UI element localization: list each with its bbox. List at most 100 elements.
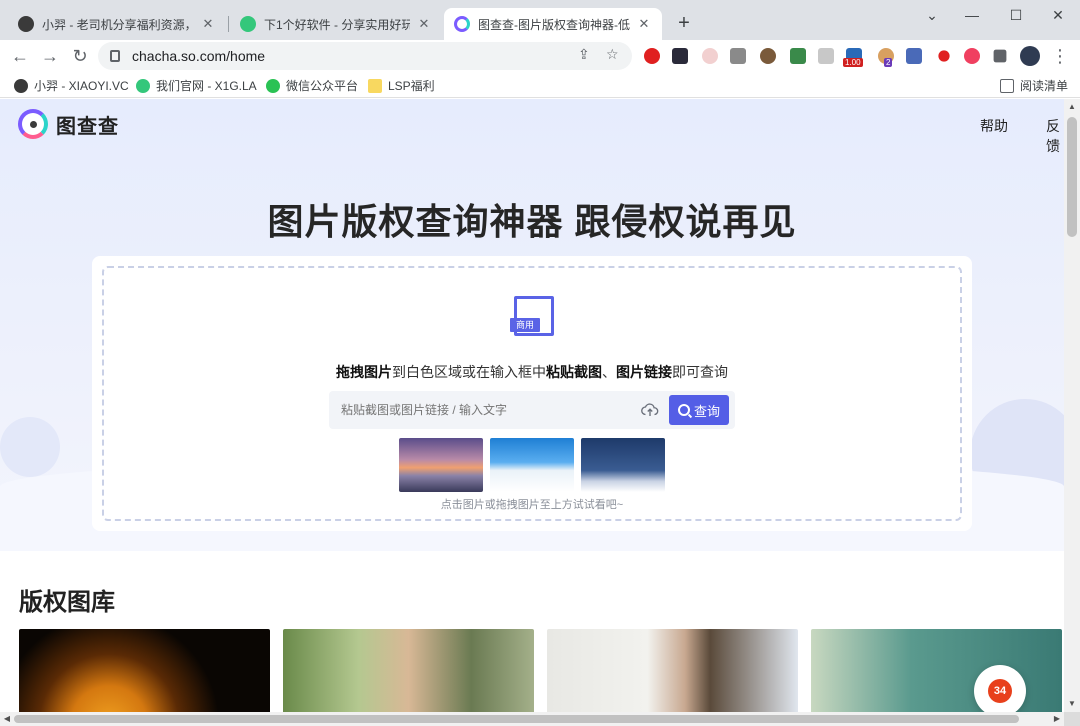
extension-puzzle-colored-icon[interactable] xyxy=(906,48,922,64)
bookmark-label: 小羿 - XIAOYI.VC xyxy=(34,79,129,93)
hint-text: 点击图片或拖拽图片至上方试试看吧~ xyxy=(440,499,624,511)
cloud-upload-icon[interactable] xyxy=(641,401,659,419)
tab-title: 下1个好软件 - 分享实用好玩有趣 xyxy=(264,17,410,32)
profile-avatar[interactable] xyxy=(1020,46,1040,66)
extension-image-icon[interactable] xyxy=(818,48,834,64)
extension-monkey-icon[interactable]: 2 xyxy=(878,48,894,67)
lock-icon xyxy=(110,50,120,62)
extension-badge: 1.00 xyxy=(843,58,863,67)
sample-images xyxy=(399,438,665,492)
decor-shape xyxy=(0,417,60,477)
scrollbar-thumb[interactable] xyxy=(14,715,1019,723)
app-bookmark-icon xyxy=(136,78,150,93)
bookmark-wechat[interactable]: 微信公众平台 xyxy=(266,77,358,94)
extension-copy-icon[interactable] xyxy=(730,48,746,64)
reload-icon[interactable]: ↻ xyxy=(68,44,92,68)
page-title: 图片版权查询神器 跟侵权说再见 xyxy=(267,201,797,242)
site-logo[interactable]: 图查查 xyxy=(18,109,119,139)
minimize-button[interactable]: — xyxy=(952,4,992,26)
chacha-favicon-icon xyxy=(454,16,470,32)
extension-green-icon[interactable] xyxy=(790,48,806,64)
instruction-text: 到白色区域或在输入框中 xyxy=(392,364,546,380)
notification-badge[interactable]: 34 xyxy=(974,665,1026,712)
instruction-bold: 图片链接 xyxy=(616,364,672,380)
scroll-down-arrow-icon[interactable]: ▼ xyxy=(1064,696,1080,712)
scrollbar-thumb[interactable] xyxy=(1067,117,1077,237)
scroll-right-arrow-icon[interactable]: ▶ xyxy=(1050,712,1064,726)
instruction-bold: 拖拽图片 xyxy=(336,364,392,380)
search-input[interactable] xyxy=(341,403,631,417)
back-arrow-icon[interactable]: ← xyxy=(8,44,32,68)
gallery-row xyxy=(19,629,1062,712)
vertical-scrollbar[interactable]: ▲ ▼ xyxy=(1064,99,1080,712)
avatar-favicon-icon xyxy=(18,16,34,32)
browser-tab-1[interactable]: 小羿 - 老司机分享福利资源，快速 ✕ xyxy=(8,8,226,40)
bookmark-label: LSP福利 xyxy=(388,79,435,93)
sample-image-snow-trees[interactable] xyxy=(490,438,574,492)
browser-toolbar: ← → ↻ chacha.so.com/home ⇪ ☆ 1.00 2 ⋮ xyxy=(0,40,1080,72)
gallery-image[interactable] xyxy=(19,629,270,712)
bookmark-lsp[interactable]: LSP福利 xyxy=(368,77,435,94)
extension-alert-icon[interactable] xyxy=(938,50,950,62)
tab-strip: 小羿 - 老司机分享福利资源，快速 ✕ 下1个好软件 - 分享实用好玩有趣 ✕ … xyxy=(0,0,1080,40)
gallery-image[interactable] xyxy=(283,629,534,712)
avatar-bookmark-icon xyxy=(14,78,28,93)
instruction-text: 、 xyxy=(602,364,616,380)
image-upload-icon: 商用 xyxy=(510,296,554,340)
hero-section: 图查查 帮助 反馈 图片版权查询神器 跟侵权说再见 商用 拖拽图片到白色区域或在… xyxy=(0,99,1064,551)
nav-feedback-link[interactable]: 反馈 xyxy=(1046,116,1064,156)
forward-arrow-icon[interactable]: → xyxy=(38,44,62,68)
section-title: 版权图库 xyxy=(19,589,115,616)
sample-image-person-on-block[interactable] xyxy=(581,438,665,492)
url-text: chacha.so.com/home xyxy=(132,48,266,64)
upload-instruction: 拖拽图片到白色区域或在输入框中粘贴截图、图片链接即可查询 xyxy=(92,362,972,382)
browser-tab-3-active[interactable]: 图查查-图片版权查询神器-低价 ✕ xyxy=(444,8,662,40)
gallery-image[interactable] xyxy=(547,629,798,712)
scroll-up-arrow-icon[interactable]: ▲ xyxy=(1064,99,1080,115)
wechat-icon xyxy=(266,78,280,93)
new-tab-button[interactable]: + xyxy=(672,12,696,36)
bookmark-star-icon[interactable]: ☆ xyxy=(606,46,619,63)
bookmark-label: 微信公众平台 xyxy=(286,79,359,93)
address-bar[interactable]: chacha.so.com/home xyxy=(98,42,632,70)
close-icon[interactable]: ✕ xyxy=(416,16,432,32)
app-favicon-icon xyxy=(240,16,256,32)
menu-kebab-icon[interactable]: ⋮ xyxy=(1048,44,1072,68)
close-icon[interactable]: ✕ xyxy=(200,16,216,32)
folder-icon xyxy=(368,78,382,93)
extension-stop-icon[interactable] xyxy=(644,48,660,64)
tab-title: 图查查-图片版权查询神器-低价 xyxy=(478,17,630,32)
extension-dots-icon[interactable] xyxy=(672,48,688,64)
notification-count: 34 xyxy=(988,679,1012,703)
browser-tab-2[interactable]: 下1个好软件 - 分享实用好玩有趣 ✕ xyxy=(230,8,442,40)
search-bar: 查询 xyxy=(329,391,735,429)
extension-pink-icon[interactable] xyxy=(964,48,980,64)
share-icon[interactable]: ⇪ xyxy=(578,46,590,63)
scroll-left-arrow-icon[interactable]: ◀ xyxy=(0,712,14,726)
reading-list-label: 阅读清单 xyxy=(1020,79,1069,93)
upload-card[interactable]: 商用 拖拽图片到白色区域或在输入框中粘贴截图、图片链接即可查询 查询 xyxy=(92,256,972,531)
extensions-puzzle-icon[interactable] xyxy=(993,49,1007,63)
bookmarks-bar: 小羿 - XIAOYI.VC 我们官网 - X1G.LA 微信公众平台 LSP福… xyxy=(0,72,1080,98)
horizontal-scrollbar[interactable]: ◀ ▶ xyxy=(0,712,1064,726)
sample-image-sunset[interactable] xyxy=(399,438,483,492)
extension-bookmark-icon[interactable]: 1.00 xyxy=(843,48,863,67)
window-close-button[interactable]: ✕ xyxy=(1038,4,1078,26)
extension-pen-icon[interactable] xyxy=(702,48,718,64)
page-viewport: 图查查 帮助 反馈 图片版权查询神器 跟侵权说再见 商用 拖拽图片到白色区域或在… xyxy=(0,99,1064,712)
bookmark-xiaoyi[interactable]: 小羿 - XIAOYI.VC xyxy=(14,77,129,94)
search-button[interactable]: 查询 xyxy=(669,395,729,425)
tab-separator xyxy=(228,16,229,32)
scrollbar-corner xyxy=(1064,712,1080,726)
extension-cookie-icon[interactable] xyxy=(760,48,776,64)
tab-title: 小羿 - 老司机分享福利资源，快速 xyxy=(42,17,194,32)
tab-search-chevron-icon[interactable]: ⌄ xyxy=(912,4,952,26)
bookmark-x1g[interactable]: 我们官网 - X1G.LA xyxy=(136,77,257,94)
maximize-button[interactable]: ☐ xyxy=(996,4,1036,26)
close-icon[interactable]: ✕ xyxy=(636,16,652,32)
logo-icon xyxy=(18,109,48,139)
instruction-text: 即可查询 xyxy=(672,364,728,380)
reading-list[interactable]: 阅读清单 xyxy=(1000,77,1068,94)
nav-help-link[interactable]: 帮助 xyxy=(980,116,1008,136)
search-icon xyxy=(677,404,690,416)
